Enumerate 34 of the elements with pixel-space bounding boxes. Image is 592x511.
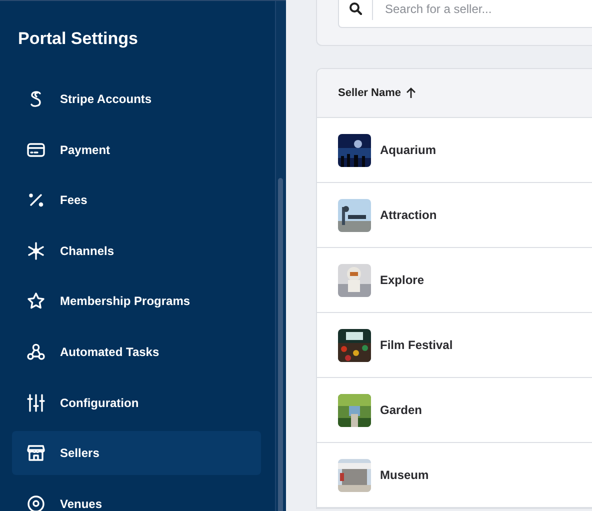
seller-name: Attraction — [380, 208, 437, 222]
scrollbar-thumb[interactable] — [278, 178, 283, 511]
column-header[interactable]: Seller Name — [338, 87, 416, 99]
seller-name: Explore — [380, 273, 424, 287]
table-row[interactable]: Garden — [317, 378, 592, 443]
sidebar-item[interactable]: Stripe Accounts — [12, 77, 261, 121]
sidebar-item[interactable]: Automated Tasks — [12, 330, 261, 374]
star-icon — [26, 291, 46, 312]
sidebar-item[interactable]: Configuration — [12, 380, 261, 425]
table-row[interactable]: Museum — [317, 443, 592, 508]
sidebar-title: Portal Settings — [17, 28, 139, 50]
search-icon — [349, 2, 362, 15]
sidebar-item[interactable]: Channels — [12, 228, 261, 273]
snowflake-icon — [26, 240, 46, 261]
search-field[interactable]: Search for a seller... — [338, 0, 592, 28]
nodes-icon — [26, 342, 46, 362]
sidebar-item[interactable]: Payment — [12, 128, 261, 172]
sidebar-item[interactable]: Venues — [12, 482, 261, 511]
seller-name: Aquarium — [380, 143, 436, 157]
sidebar-item[interactable]: Sellers — [12, 431, 261, 476]
sidebar-item[interactable]: Fees — [12, 178, 261, 222]
search-input[interactable]: Search for a seller... — [373, 0, 592, 16]
table-row[interactable]: Explore — [317, 248, 592, 313]
seller-name: Museum — [380, 468, 429, 482]
table-row[interactable]: Film Festival — [317, 313, 592, 378]
seller-name: Garden — [380, 403, 422, 417]
seller-name: Film Festival — [380, 338, 453, 352]
sidebar-item[interactable]: Membership Programs — [12, 279, 261, 324]
location-icon — [26, 494, 46, 511]
store-icon — [26, 443, 46, 464]
table-row[interactable]: Aquarium — [317, 118, 592, 183]
table-row[interactable]: Attraction — [317, 183, 592, 248]
scrollbar[interactable] — [275, 1, 286, 511]
sliders-icon — [26, 392, 46, 413]
